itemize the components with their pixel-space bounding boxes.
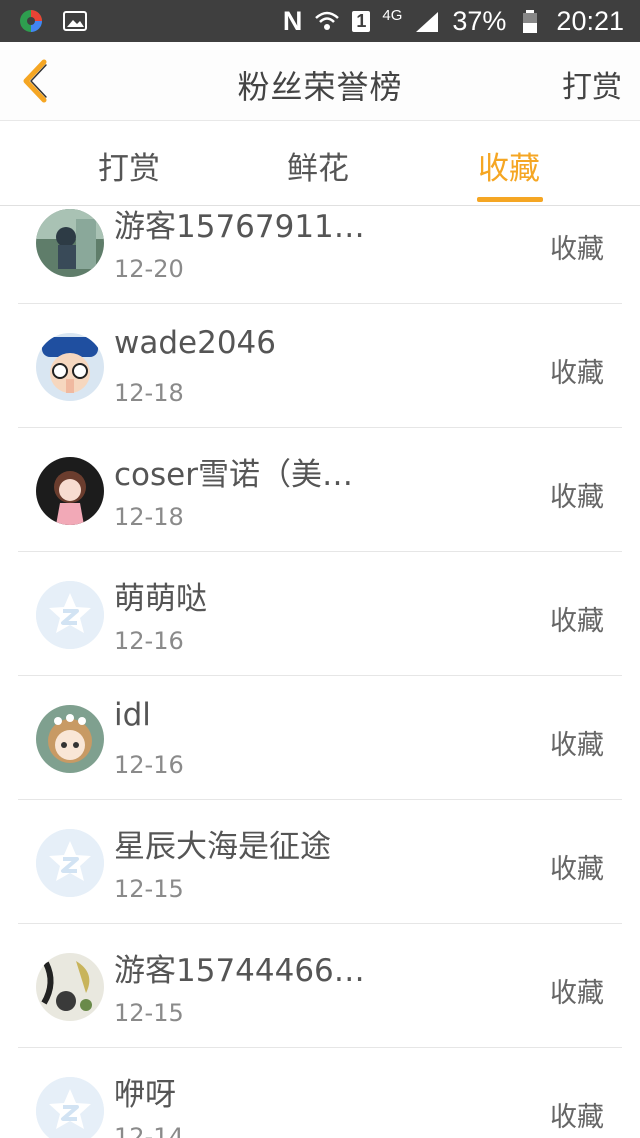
status-bar: N 1 4G 37% 20:21: [0, 0, 640, 42]
list-item[interactable]: idl 12-16 收藏: [18, 675, 622, 800]
avatar[interactable]: [36, 457, 104, 525]
fan-action: 收藏: [550, 1102, 604, 1133]
fan-name: idl: [114, 697, 151, 733]
list-item[interactable]: 萌萌哒 12-16 收藏: [18, 551, 622, 676]
tab-bar: 打赏 鲜花 收藏: [0, 121, 640, 206]
fan-action: 收藏: [550, 730, 604, 761]
fan-date: 12-18: [114, 503, 184, 531]
fan-date: 12-15: [114, 999, 184, 1027]
list-item[interactable]: 游客15767911… 12-20 收藏: [18, 205, 622, 304]
fan-date: 12-20: [114, 255, 184, 283]
tab-reward[interactable]: 打赏: [98, 143, 160, 188]
avatar[interactable]: [36, 209, 104, 277]
fan-date: 12-16: [114, 751, 184, 779]
carrier-icon: N: [282, 5, 303, 36]
avatar[interactable]: [36, 705, 104, 773]
default-avatar-icon[interactable]: [36, 1077, 104, 1138]
fan-list[interactable]: 游客15767911… 12-20 收藏 wade2046 12-18 收藏 c…: [0, 205, 640, 1138]
list-item[interactable]: 星辰大海是征途 12-15 收藏: [18, 799, 622, 924]
list-item[interactable]: 咿呀 12-14 收藏: [18, 1047, 622, 1138]
battery-icon: [523, 10, 538, 33]
fan-action: 收藏: [550, 606, 604, 637]
sim-indicator: 1: [352, 10, 371, 32]
default-avatar-icon[interactable]: [36, 581, 104, 649]
wifi-icon: [315, 11, 340, 30]
list-item[interactable]: 游客15744466… 12-15 收藏: [18, 923, 622, 1048]
fan-name: 萌萌哒: [114, 581, 207, 617]
fan-action: 收藏: [550, 854, 604, 885]
fan-action: 收藏: [550, 482, 604, 513]
fan-name: coser雪诺（美…: [114, 457, 353, 493]
fan-name: 游客15744466…: [114, 953, 365, 989]
fan-name: wade2046: [114, 325, 276, 361]
gallery-icon: [63, 11, 87, 31]
active-tab-indicator: [477, 197, 543, 202]
fan-action: 收藏: [550, 358, 604, 389]
fan-date: 12-15: [114, 875, 184, 903]
fan-name: 咿呀: [114, 1077, 176, 1113]
default-avatar-icon[interactable]: [36, 829, 104, 897]
fan-name: 星辰大海是征途: [114, 829, 331, 865]
avatar[interactable]: [36, 333, 104, 401]
fan-name: 游客15767911…: [114, 209, 365, 245]
signal-icon: [416, 12, 439, 32]
tab-favorites[interactable]: 收藏: [478, 143, 540, 188]
reward-button[interactable]: 打赏: [562, 62, 622, 106]
battery-percent: 37%: [452, 5, 507, 36]
list-item[interactable]: coser雪诺（美… 12-18 收藏: [18, 427, 622, 552]
network-type: 4G: [382, 6, 403, 24]
fan-action: 收藏: [550, 234, 604, 265]
app-logo-icon: [20, 10, 42, 32]
fan-action: 收藏: [550, 978, 604, 1009]
avatar[interactable]: [36, 953, 104, 1021]
page-title: 粉丝荣誉榜: [237, 68, 403, 106]
fan-date: 12-18: [114, 379, 184, 407]
list-item[interactable]: wade2046 12-18 收藏: [18, 303, 622, 428]
header: 粉丝荣誉榜 打赏: [0, 42, 640, 121]
clock: 20:21: [556, 5, 624, 36]
fan-date: 12-16: [114, 627, 184, 655]
tab-flowers[interactable]: 鲜花: [287, 143, 349, 188]
fan-date: 12-14: [114, 1123, 184, 1138]
